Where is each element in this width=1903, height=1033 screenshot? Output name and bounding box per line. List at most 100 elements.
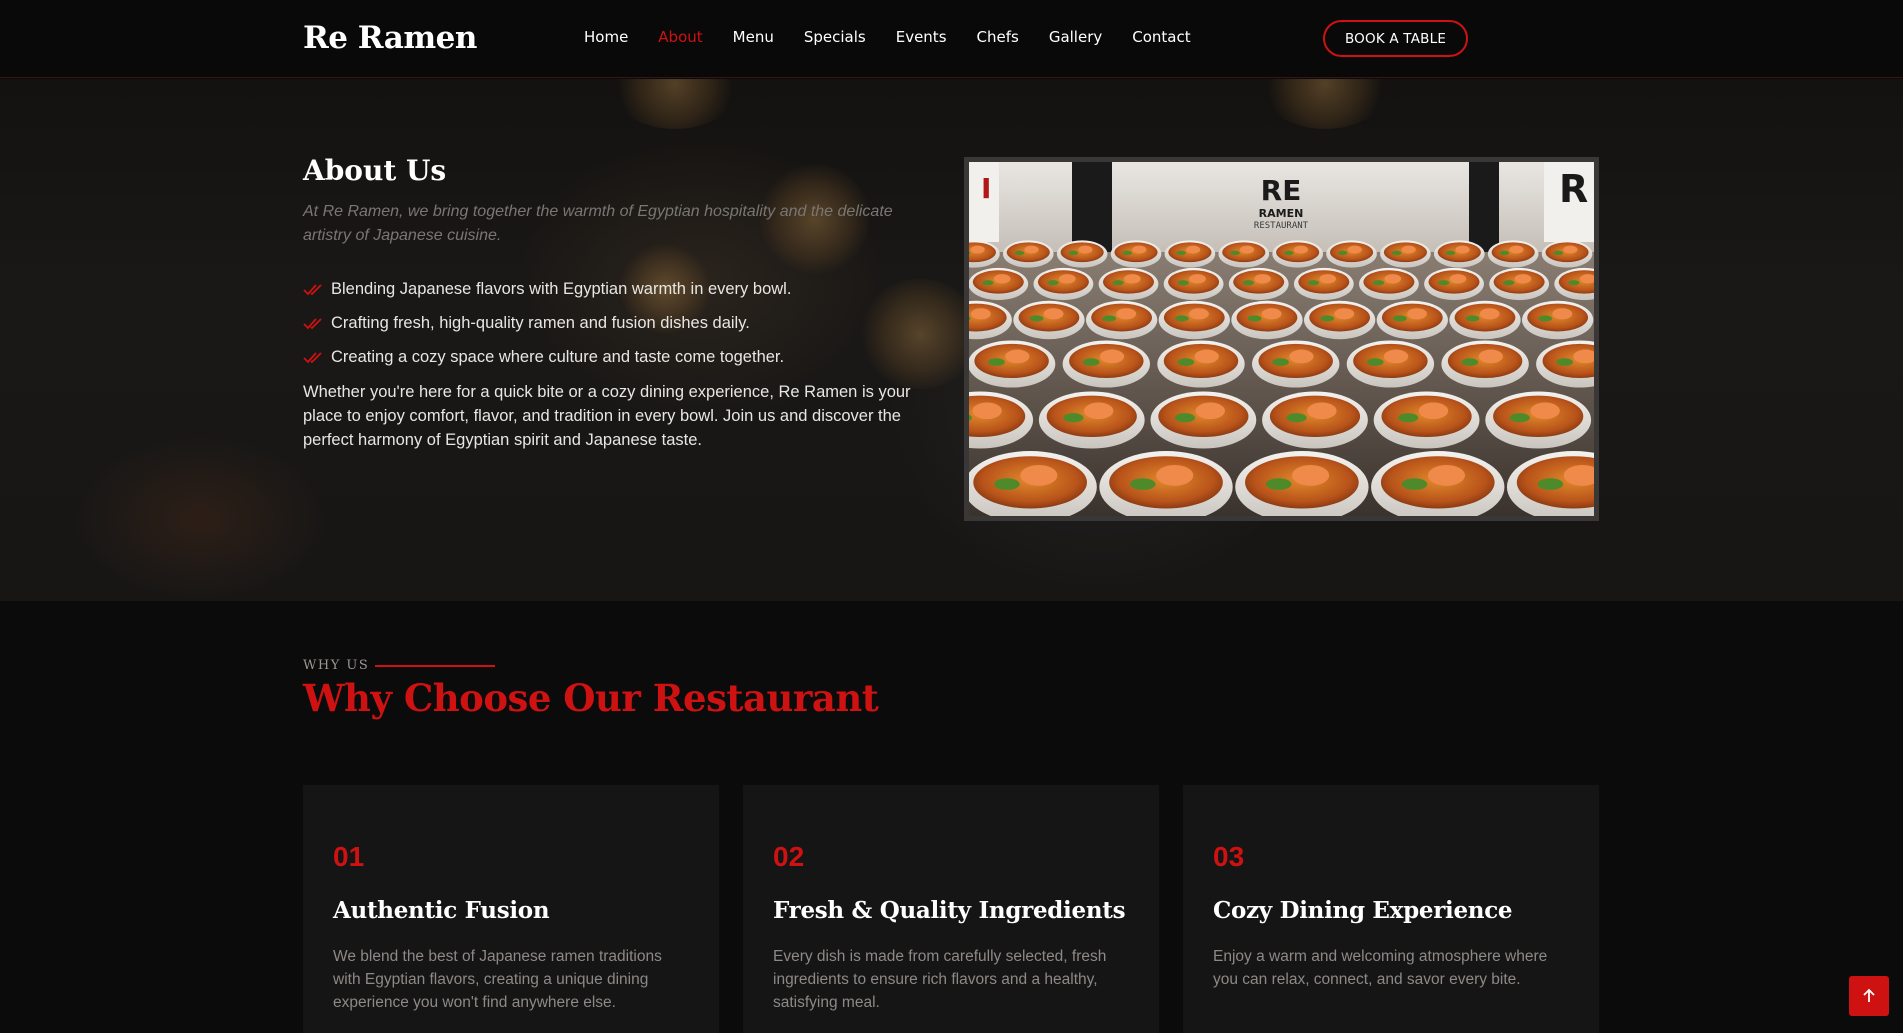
- herb: [1029, 315, 1044, 322]
- site-logo[interactable]: Re Ramen: [303, 20, 477, 56]
- double-check-icon: [303, 318, 322, 330]
- shrimp: [1020, 464, 1058, 486]
- nav-item-events[interactable]: Events: [896, 28, 947, 46]
- herb: [1568, 280, 1580, 286]
- double-check-icon: [303, 284, 322, 296]
- photo-sign-line3: RESTAURANT: [1254, 221, 1309, 231]
- herb: [1047, 280, 1059, 286]
- shrimp: [1293, 245, 1309, 254]
- photo-side-sign-letter: R: [1559, 167, 1588, 211]
- herb: [1401, 478, 1428, 490]
- shrimp: [1449, 274, 1467, 284]
- herb: [988, 358, 1005, 366]
- main-nav: Home About Menu Specials Events Chefs Ga…: [584, 28, 1221, 46]
- checklist-text: Crafting fresh, high-quality ramen and f…: [331, 313, 750, 332]
- card-number: 03: [1213, 841, 1245, 872]
- section-subtitle-line: [375, 665, 495, 667]
- about-section: About Us At Re Ramen, we bring together …: [0, 79, 1903, 601]
- herb: [1503, 280, 1515, 286]
- herb: [1177, 358, 1195, 366]
- herb: [1366, 358, 1384, 366]
- shrimp: [1195, 402, 1225, 420]
- double-check-icon: [303, 352, 322, 364]
- shrimp: [1240, 245, 1255, 254]
- herb: [982, 280, 994, 286]
- shrimp: [1509, 245, 1524, 254]
- herb: [1176, 250, 1186, 256]
- nav-item-contact[interactable]: Contact: [1132, 28, 1190, 46]
- shrimp: [970, 308, 991, 320]
- shrimp: [1005, 349, 1030, 364]
- shrimp: [1194, 349, 1219, 364]
- herb: [1437, 280, 1450, 286]
- herb: [1174, 413, 1196, 423]
- checklist-text: Creating a cozy space where culture and …: [331, 347, 785, 366]
- card-title: Authentic Fusion: [333, 897, 550, 924]
- herb: [1284, 250, 1294, 256]
- book-table-button[interactable]: BOOK A TABLE: [1323, 20, 1468, 57]
- card-title: Cozy Dining Experience: [1213, 897, 1513, 924]
- herb: [1286, 413, 1307, 423]
- card-text: Enjoy a warm and welcoming atmosphere wh…: [1213, 948, 1548, 988]
- shrimp: [1418, 402, 1449, 420]
- herb: [1068, 250, 1079, 256]
- herb: [1553, 250, 1564, 256]
- lantern-decoration: [1260, 79, 1390, 129]
- herb: [1337, 250, 1348, 256]
- herb: [1063, 413, 1084, 423]
- shrimp: [1261, 308, 1282, 320]
- herb: [1247, 315, 1262, 322]
- nav-item-gallery[interactable]: Gallery: [1049, 28, 1102, 46]
- shrimp: [1319, 274, 1337, 284]
- herb: [1307, 280, 1320, 286]
- shrimp: [1407, 308, 1427, 320]
- shrimp: [1043, 308, 1064, 320]
- site-header: Re Ramen Home About Menu Specials Events…: [0, 0, 1903, 78]
- shrimp: [1514, 274, 1532, 284]
- herb: [1175, 315, 1189, 322]
- shrimp: [1189, 308, 1209, 320]
- nav-item-menu[interactable]: Menu: [733, 28, 774, 46]
- ramen-photo: I R RE RAMEN RESTAURANT: [964, 157, 1599, 521]
- herb: [1265, 478, 1292, 490]
- herb: [1082, 358, 1100, 366]
- herb: [1461, 358, 1479, 366]
- shrimp: [1083, 402, 1114, 420]
- herb: [1372, 280, 1385, 286]
- shrimp: [1334, 308, 1355, 320]
- photo-sign-line2: RAMEN: [1259, 207, 1304, 220]
- herb: [1320, 315, 1335, 322]
- shrimp: [1186, 245, 1201, 254]
- nav-item-chefs[interactable]: Chefs: [977, 28, 1019, 46]
- nav-item-specials[interactable]: Specials: [804, 28, 866, 46]
- scroll-to-top-button[interactable]: [1849, 976, 1889, 1016]
- herb: [1102, 315, 1117, 322]
- card-text: We blend the best of Japanese ramen trad…: [333, 948, 662, 1011]
- shrimp: [1307, 402, 1337, 420]
- shrimp: [1347, 245, 1362, 254]
- photo-sign-line1: RE: [1261, 174, 1302, 207]
- card-text: Every dish is made from carefully select…: [773, 948, 1107, 1011]
- nav-item-about[interactable]: About: [658, 28, 702, 46]
- shrimp: [1563, 245, 1578, 254]
- feature-card: 01 Authentic Fusion We blend the best of…: [303, 785, 719, 1033]
- about-intro: At Re Ramen, we bring together the warmt…: [303, 203, 893, 244]
- herb: [1230, 250, 1240, 256]
- shrimp: [1479, 308, 1500, 320]
- shrimp: [1478, 349, 1503, 364]
- feature-card: 03 Cozy Dining Experience Enjoy a warm a…: [1183, 785, 1599, 1033]
- shrimp: [1552, 308, 1573, 320]
- feature-card: 02 Fresh & Quality Ingredients Every dis…: [743, 785, 1159, 1033]
- shrimp: [970, 245, 985, 254]
- herb: [1465, 315, 1480, 322]
- shrimp: [1292, 464, 1330, 486]
- lantern-decoration: [860, 279, 980, 389]
- herb: [1538, 315, 1553, 322]
- herb: [1014, 250, 1025, 256]
- shrimp: [1099, 349, 1125, 364]
- shrimp: [972, 402, 1002, 420]
- about-checklist: Blending Japanese flavors with Egyptian …: [303, 272, 791, 374]
- herb: [1272, 358, 1289, 366]
- nav-item-home[interactable]: Home: [584, 28, 628, 46]
- shrimp: [1254, 274, 1271, 284]
